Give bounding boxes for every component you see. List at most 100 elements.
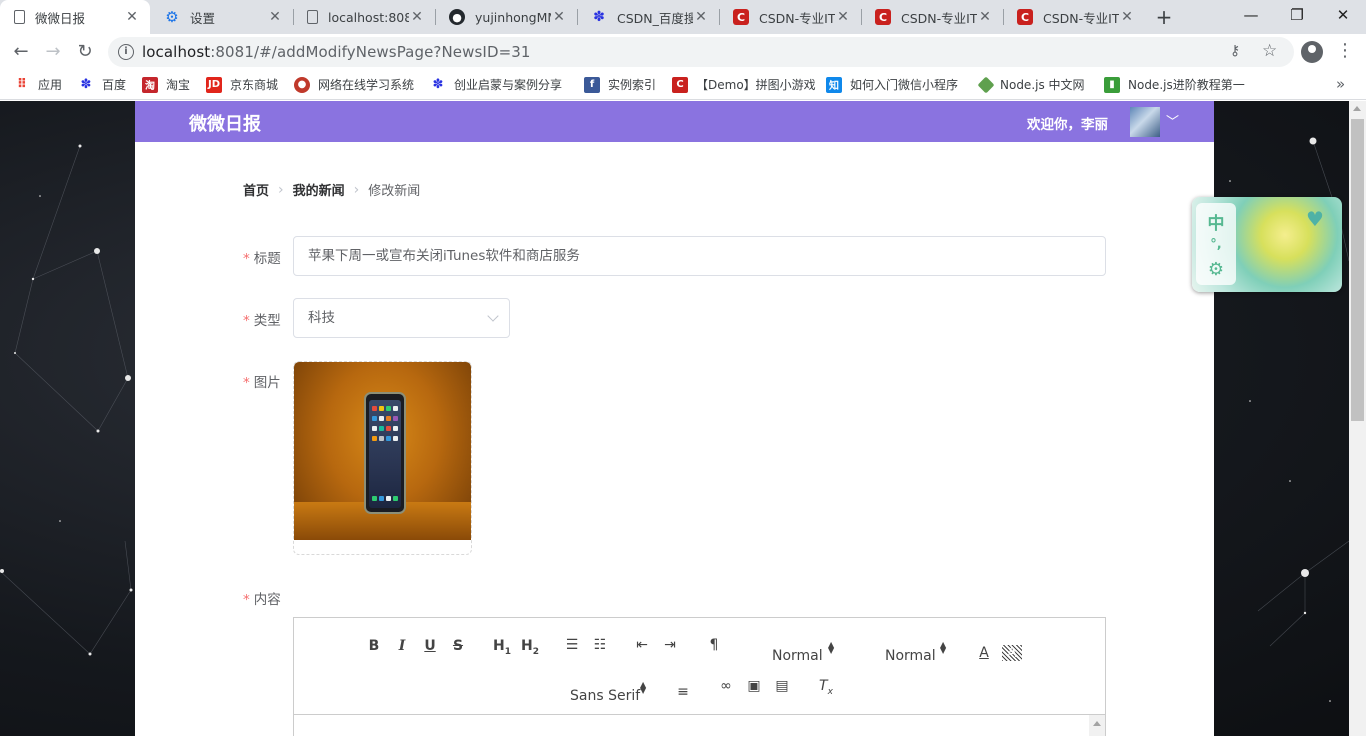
url-text[interactable]: localhost:8081/#/addModifyNewsPage?NewsI… xyxy=(142,43,531,61)
close-icon[interactable]: ✕ xyxy=(409,9,425,25)
ime-punctuation-toggle[interactable]: °, xyxy=(1196,237,1236,252)
chevron-down-icon[interactable]: ﹀ xyxy=(1166,111,1179,130)
facebook-icon: f xyxy=(584,76,600,93)
editor-scrollbar[interactable] xyxy=(1089,715,1105,736)
info-icon[interactable]: i xyxy=(118,44,134,60)
indent-icon[interactable]: ⇥ xyxy=(660,637,680,653)
title-input[interactable]: 苹果下周一或宣布关闭iTunes软件和商店服务 xyxy=(293,236,1106,276)
underline-icon[interactable]: U xyxy=(420,638,440,654)
header-picker[interactable]: Normal ▲ ▼ xyxy=(885,641,946,665)
page-viewport: 微微日报 欢迎你，李丽 ﹀ 首页 › 我的新闻 › 修改新闻 * 标题 苹果下周一… xyxy=(0,101,1366,736)
bookmark-wechat-miniprogram[interactable]: 知如何入门微信小程序 xyxy=(826,76,958,93)
tab-title: yujinhongMM xyxy=(475,9,551,25)
bookmark-jd[interactable]: JD 京东商城 xyxy=(206,76,278,93)
tab-csdn-1[interactable]: C CSDN-专业IT ✕ xyxy=(719,0,861,34)
bold-icon[interactable]: B xyxy=(364,638,384,654)
close-icon[interactable]: ✕ xyxy=(977,9,993,25)
title-label: * 标题 xyxy=(243,251,281,267)
italic-icon[interactable]: I xyxy=(392,638,412,654)
browser-toolbar: ← → ↻ i localhost:8081/#/addModifyNewsPa… xyxy=(0,34,1366,70)
ime-language-toggle[interactable]: 中 xyxy=(1196,209,1236,234)
chevron-right-icon: › xyxy=(353,181,360,198)
bookmark-demo-puzzle[interactable]: C 【Demo】拼图小游戏 xyxy=(672,76,816,93)
bookmark-startup[interactable]: ✽ 创业启蒙与案例分享 xyxy=(430,76,562,93)
new-tab-button[interactable]: + xyxy=(1152,5,1176,29)
image-icon[interactable]: ▣ xyxy=(744,678,764,694)
bookmark-apps[interactable]: ⠿ 应用 xyxy=(14,76,62,93)
video-icon[interactable]: ▤ xyxy=(772,678,792,694)
bookmark-examples[interactable]: f 实例索引 xyxy=(584,76,656,93)
page-scrollbar[interactable] xyxy=(1349,101,1366,736)
profile-avatar-icon[interactable] xyxy=(1301,41,1323,63)
document-icon xyxy=(307,10,318,24)
address-bar[interactable]: i localhost:8081/#/addModifyNewsPage?New… xyxy=(108,37,1294,67)
baidu-paw-icon: ✽ xyxy=(593,9,605,25)
close-icon[interactable]: ✕ xyxy=(1119,9,1135,25)
book-icon: ▮ xyxy=(1104,76,1120,93)
outdent-icon[interactable]: ⇤ xyxy=(632,637,652,653)
strikethrough-icon[interactable]: S xyxy=(448,638,468,654)
breadcrumb-my-news[interactable]: 我的新闻 xyxy=(293,180,345,199)
app-container: 微微日报 欢迎你，李丽 ﹀ 首页 › 我的新闻 › 修改新闻 * 标题 苹果下周一… xyxy=(135,101,1214,736)
link-icon[interactable]: ∞ xyxy=(716,678,736,694)
content-label: * 内容 xyxy=(243,592,281,608)
tab-weiwei-daily[interactable]: 微微日报 ✕ xyxy=(0,0,150,34)
bookmark-online-learning[interactable]: ● 网络在线学习系统 xyxy=(294,76,414,93)
clear-format-icon[interactable]: Tx xyxy=(816,678,836,697)
tab-title: CSDN_百度搜 xyxy=(617,10,693,26)
tab-github[interactable]: ● yujinhongMM ✕ xyxy=(435,0,577,34)
breadcrumb-home[interactable]: 首页 xyxy=(243,180,269,199)
close-icon[interactable]: ✕ xyxy=(551,9,567,25)
tab-settings[interactable]: ⚙ 设置 ✕ xyxy=(150,0,293,34)
document-icon xyxy=(14,10,25,24)
align-icon[interactable]: ≡ xyxy=(673,684,693,700)
content-editor[interactable]: B I U S H1 H2 ☰ ☷ ⇤ ⇥ ¶ Normal ▲ ▼ Normal ▲… xyxy=(293,617,1106,736)
bookmark-nodejs-advanced[interactable]: ▮ Node.js进阶教程第一 xyxy=(1104,76,1245,93)
editor-toolbar: B I U S H1 H2 ☰ ☷ ⇤ ⇥ ¶ Normal ▲ ▼ Normal ▲… xyxy=(294,618,1105,715)
key-icon[interactable]: ⚷ xyxy=(1230,43,1240,59)
header-2-icon[interactable]: H2 xyxy=(518,638,542,657)
ime-rail: 中 °, ⚙ xyxy=(1196,203,1236,285)
type-select[interactable]: 科技 xyxy=(293,298,510,338)
reload-button[interactable]: ↻ xyxy=(72,39,98,65)
header-1-icon[interactable]: H1 xyxy=(490,638,514,657)
bookmark-nodejs-cn[interactable]: Node.js 中文网 xyxy=(977,76,1085,93)
gear-icon[interactable]: ⚙ xyxy=(1196,259,1236,280)
tab-csdn-3[interactable]: C CSDN-专业IT ✕ xyxy=(1003,0,1145,34)
more-bookmarks-icon[interactable]: » xyxy=(1336,75,1345,93)
bullet-list-icon[interactable]: ☷ xyxy=(590,637,610,653)
text-color-icon[interactable]: A xyxy=(974,645,994,661)
back-button[interactable]: ← xyxy=(8,39,34,65)
scroll-up-icon[interactable] xyxy=(1353,106,1361,111)
scroll-thumb[interactable] xyxy=(1351,119,1364,421)
close-icon[interactable]: ✕ xyxy=(835,9,851,25)
tab-title: localhost:808 xyxy=(328,9,409,25)
tab-title: CSDN-专业IT xyxy=(1043,10,1119,26)
font-picker[interactable]: Sans Serif ▲ ▼ xyxy=(570,681,646,705)
close-icon[interactable]: ✕ xyxy=(267,9,283,25)
window-close-button[interactable]: ✕ xyxy=(1320,0,1366,30)
bookmark-star-icon[interactable]: ☆ xyxy=(1262,41,1277,61)
close-icon[interactable]: ✕ xyxy=(693,9,709,25)
size-picker[interactable]: Normal ▲ ▼ xyxy=(772,641,834,665)
tab-csdn-2[interactable]: C CSDN-专业IT ✕ xyxy=(861,0,1003,34)
minimize-button[interactable]: — xyxy=(1228,0,1274,30)
kebab-menu-icon[interactable]: ⋮ xyxy=(1336,40,1354,61)
ime-widget[interactable]: 中 °, ⚙ ♥ xyxy=(1192,197,1342,292)
bookmark-taobao[interactable]: 淘淘宝 xyxy=(142,76,190,93)
restore-button[interactable]: ❐ xyxy=(1274,0,1320,30)
app-brand[interactable]: 微微日报 xyxy=(189,110,261,136)
user-avatar[interactable] xyxy=(1130,107,1160,137)
tab-baidu-search[interactable]: ✽ CSDN_百度搜 ✕ xyxy=(577,0,719,34)
jd-icon: JD xyxy=(206,76,222,93)
close-icon[interactable]: ✕ xyxy=(124,9,140,25)
ordered-list-icon[interactable]: ☰ xyxy=(562,637,582,653)
chevron-down-icon xyxy=(487,310,499,322)
text-direction-icon[interactable]: ¶ xyxy=(704,637,724,653)
image-uploader[interactable] xyxy=(293,361,472,555)
tab-localhost[interactable]: localhost:808 ✕ xyxy=(293,0,435,34)
background-color-icon[interactable]: A xyxy=(1002,645,1022,661)
chevron-right-icon: › xyxy=(278,181,284,198)
forward-button[interactable]: → xyxy=(40,39,66,65)
bookmark-baidu[interactable]: ✽ 百度 xyxy=(78,76,126,93)
